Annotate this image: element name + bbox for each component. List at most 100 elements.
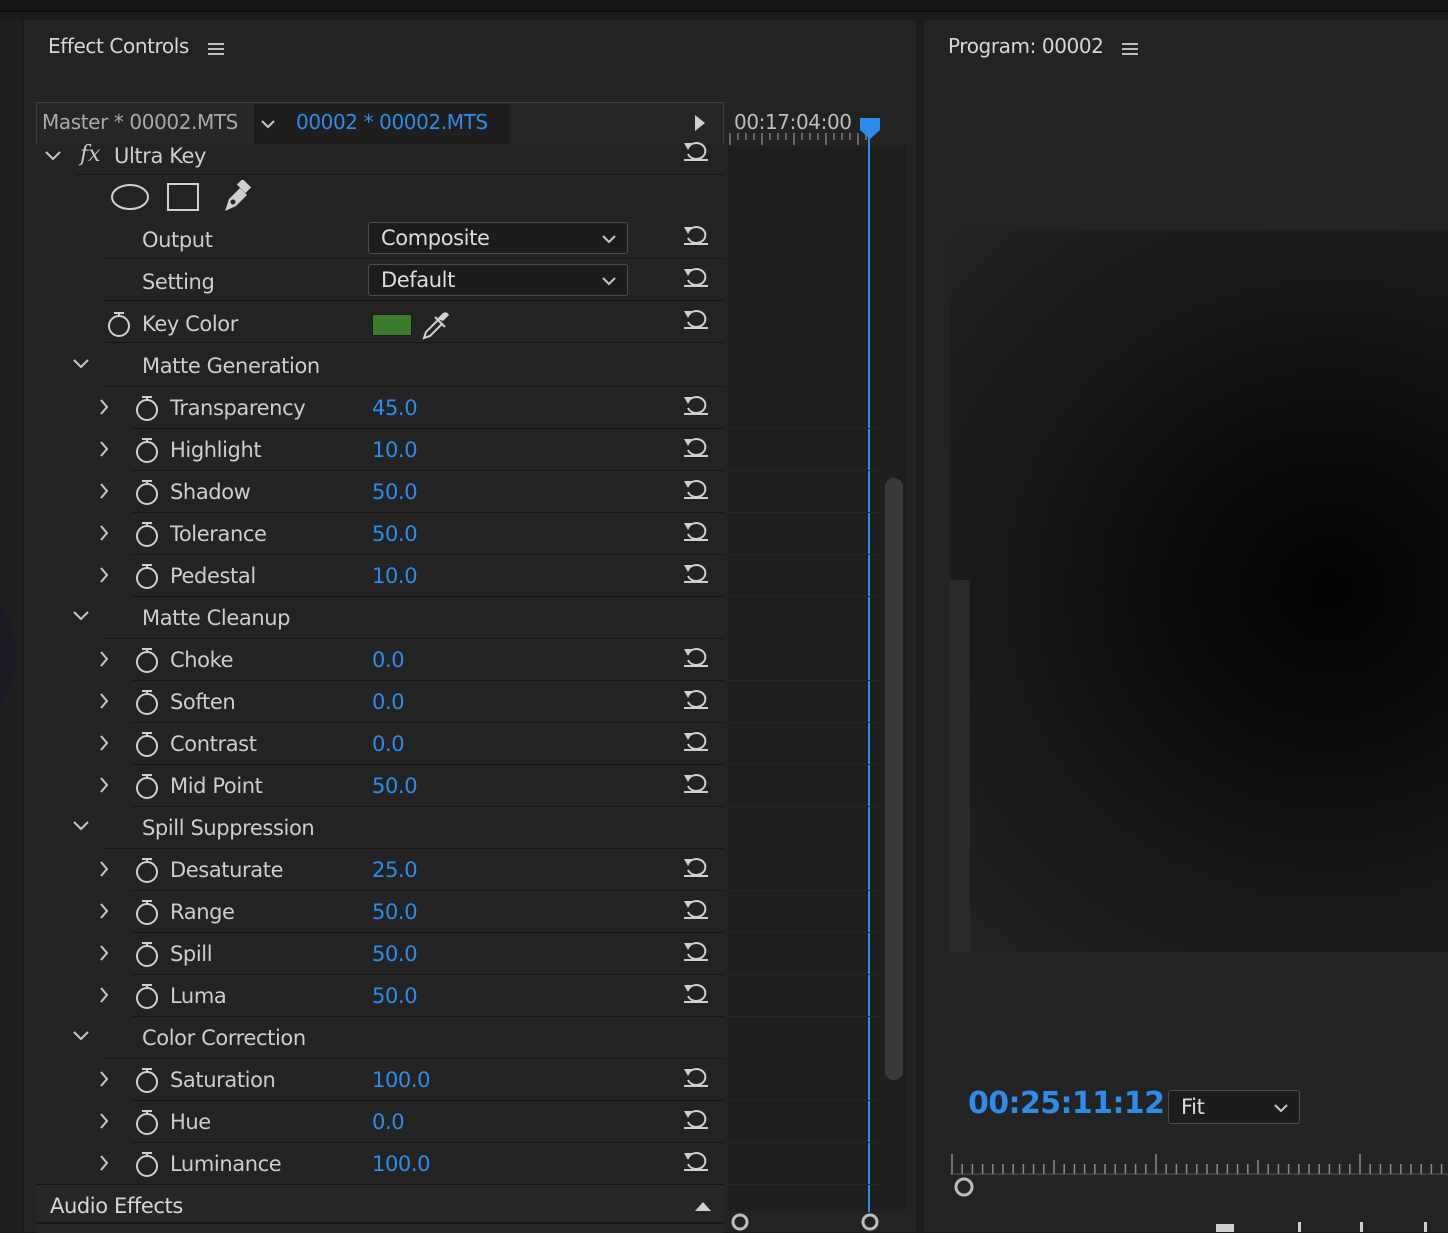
param-value[interactable]: 10.0 (372, 438, 418, 462)
stopwatch-icon[interactable] (134, 1150, 160, 1178)
program-video-frame[interactable] (950, 230, 1448, 952)
param-value[interactable]: 0.0 (372, 732, 405, 756)
reset-icon[interactable] (682, 1150, 710, 1172)
stopwatch-icon[interactable] (134, 898, 160, 926)
stopwatch-icon[interactable] (134, 772, 160, 800)
param-value[interactable]: 50.0 (372, 522, 418, 546)
group-collapse-chevron-icon[interactable] (72, 610, 90, 622)
playhead-handle[interactable] (952, 1176, 976, 1198)
reset-icon[interactable] (682, 1066, 710, 1088)
expand-chevron-icon[interactable] (98, 1112, 110, 1130)
vertical-scrollbar[interactable] (885, 478, 903, 1080)
param-value[interactable]: 25.0 (372, 858, 418, 882)
param-value[interactable]: 45.0 (372, 396, 418, 420)
stopwatch-icon[interactable] (134, 688, 160, 716)
effect-controls-title[interactable]: Effect Controls (48, 34, 189, 58)
param-value[interactable]: 0.0 (372, 648, 405, 672)
collapse-chevron-icon[interactable] (44, 150, 62, 162)
tab-master-clip[interactable]: Master * 00002.MTS (42, 110, 238, 134)
stopwatch-icon[interactable] (134, 1066, 160, 1094)
ellipse-mask-icon[interactable] (110, 182, 150, 212)
reset-icon[interactable] (682, 562, 710, 584)
fx-icon[interactable]: fx (80, 142, 101, 167)
expand-chevron-icon[interactable] (98, 776, 110, 794)
reset-icon[interactable] (682, 394, 710, 416)
expand-chevron-icon[interactable] (98, 944, 110, 962)
expand-chevron-icon[interactable] (98, 860, 110, 878)
go-to-in-icon[interactable] (1424, 1222, 1427, 1232)
zoom-level-dropdown[interactable]: Fit (1168, 1090, 1300, 1124)
group-collapse-chevron-icon[interactable] (72, 820, 90, 832)
rectangle-mask-icon[interactable] (166, 182, 202, 212)
program-monitor-title[interactable]: Program: 00002 (948, 34, 1104, 58)
playhead-line[interactable] (868, 136, 870, 1212)
reset-icon[interactable] (682, 436, 710, 458)
expand-chevron-icon[interactable] (98, 734, 110, 752)
program-time-ruler[interactable] (950, 1150, 1448, 1190)
pen-mask-icon[interactable] (220, 180, 254, 214)
tab-sequence-clip[interactable]: 00002 * 00002.MTS (296, 110, 488, 134)
param-value[interactable]: 50.0 (372, 774, 418, 798)
expand-chevron-icon[interactable] (98, 482, 110, 500)
stopwatch-icon[interactable] (134, 730, 160, 758)
stopwatch-icon[interactable] (134, 646, 160, 674)
collapse-triangle-icon[interactable] (694, 1200, 712, 1212)
reset-icon[interactable] (682, 1108, 710, 1130)
reset-icon[interactable] (682, 688, 710, 710)
param-value[interactable]: 0.0 (372, 690, 405, 714)
chevron-down-icon[interactable] (260, 118, 276, 130)
timeline-zoom-handle-right[interactable] (860, 1212, 880, 1232)
reset-icon[interactable] (682, 856, 710, 878)
expand-chevron-icon[interactable] (98, 986, 110, 1004)
playhead-handle[interactable] (858, 118, 882, 140)
expand-chevron-icon[interactable] (98, 902, 110, 920)
key-color-swatch[interactable] (372, 314, 412, 336)
add-marker-icon[interactable] (1360, 1222, 1363, 1232)
expand-chevron-icon[interactable] (98, 1154, 110, 1172)
effect-timeline-area[interactable] (728, 146, 906, 1212)
param-value[interactable]: 100.0 (372, 1152, 431, 1176)
param-value[interactable]: 50.0 (372, 942, 418, 966)
reset-icon[interactable] (682, 940, 710, 962)
timeline-zoom-handle-left[interactable] (730, 1212, 750, 1232)
param-value[interactable]: 10.0 (372, 564, 418, 588)
expand-chevron-icon[interactable] (98, 524, 110, 542)
stopwatch-icon[interactable] (134, 436, 160, 464)
output-dropdown[interactable]: Composite (368, 222, 628, 254)
param-value[interactable]: 50.0 (372, 480, 418, 504)
expand-chevron-icon[interactable] (98, 398, 110, 416)
stopwatch-icon[interactable] (134, 520, 160, 548)
reset-icon[interactable] (682, 520, 710, 542)
reset-icon[interactable] (682, 730, 710, 752)
param-value[interactable]: 0.0 (372, 1110, 405, 1134)
reset-icon[interactable] (682, 266, 710, 288)
reset-icon[interactable] (682, 646, 710, 668)
stopwatch-icon[interactable] (134, 856, 160, 884)
stopwatch-icon[interactable] (134, 478, 160, 506)
stopwatch-icon[interactable] (134, 394, 160, 422)
stopwatch-icon[interactable] (134, 940, 160, 968)
program-timecode[interactable]: 00:25:11:12 (968, 1086, 1165, 1121)
play-triangle-icon[interactable] (694, 114, 706, 132)
reset-icon[interactable] (682, 224, 710, 246)
reset-icon[interactable] (682, 308, 710, 330)
param-value[interactable]: 50.0 (372, 900, 418, 924)
stopwatch-icon[interactable] (134, 1108, 160, 1136)
mark-out-icon[interactable] (1298, 1222, 1301, 1232)
expand-chevron-icon[interactable] (98, 1070, 110, 1088)
expand-chevron-icon[interactable] (98, 650, 110, 668)
expand-chevron-icon[interactable] (98, 440, 110, 458)
expand-chevron-icon[interactable] (98, 566, 110, 584)
expand-chevron-icon[interactable] (98, 692, 110, 710)
reset-icon[interactable] (682, 478, 710, 500)
group-collapse-chevron-icon[interactable] (72, 358, 90, 370)
timeline-ruler[interactable] (728, 133, 868, 145)
setting-dropdown[interactable]: Default (368, 264, 628, 296)
reset-icon[interactable] (682, 898, 710, 920)
reset-icon[interactable] (682, 140, 710, 162)
effect-controls-menu-icon[interactable] (208, 43, 224, 55)
param-value[interactable]: 50.0 (372, 984, 418, 1008)
stopwatch-icon[interactable] (134, 982, 160, 1010)
param-value[interactable]: 100.0 (372, 1068, 431, 1092)
stopwatch-icon[interactable] (106, 310, 132, 338)
